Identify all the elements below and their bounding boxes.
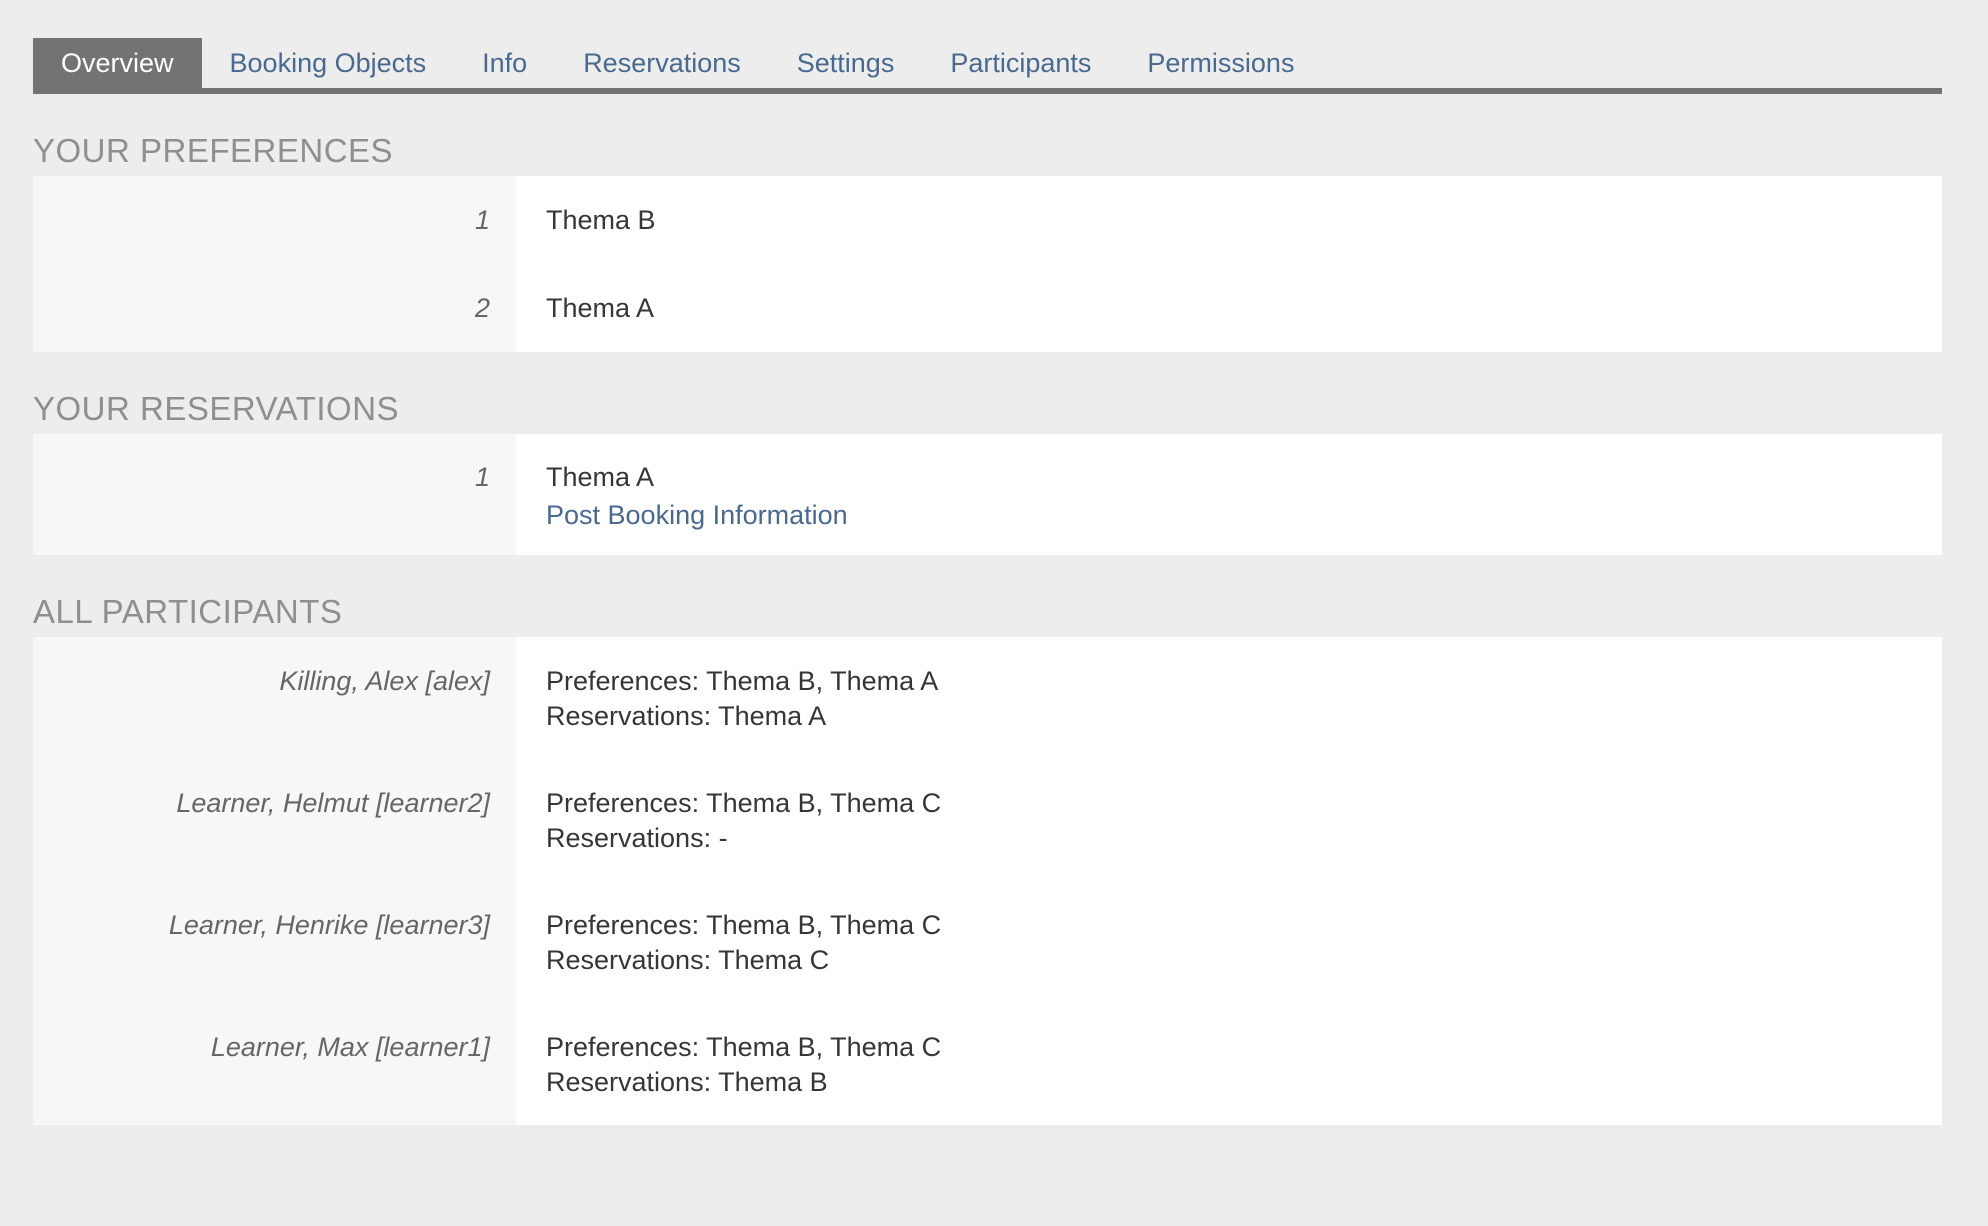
participants-section-title: ALL PARTICIPANTS bbox=[33, 592, 1988, 632]
preference-label: Thema A bbox=[516, 264, 1942, 352]
preference-label: Thema B bbox=[516, 176, 1942, 264]
tab-overview[interactable]: Overview bbox=[33, 38, 202, 88]
participant-reservations: Reservations: Thema C bbox=[546, 943, 1942, 978]
tab-settings[interactable]: Settings bbox=[769, 38, 923, 88]
participant-reservations: Reservations: Thema A bbox=[546, 699, 1942, 734]
participant-reservations: Reservations: Thema B bbox=[546, 1065, 1942, 1100]
tab-permissions[interactable]: Permissions bbox=[1119, 38, 1322, 88]
preferences-panel: 1 Thema B 2 Thema A bbox=[33, 176, 1942, 352]
reservation-rank: 1 bbox=[33, 434, 516, 555]
reservation-label: Thema A bbox=[546, 460, 1942, 495]
participant-preferences: Preferences: Thema B, Thema C bbox=[546, 908, 1942, 943]
reservations-section-title: YOUR RESERVATIONS bbox=[33, 389, 1988, 429]
tab-reservations[interactable]: Reservations bbox=[555, 38, 769, 88]
tab-participants[interactable]: Participants bbox=[922, 38, 1119, 88]
participant-preferences: Preferences: Thema B, Thema C bbox=[546, 1030, 1942, 1065]
participant-name: Learner, Helmut [learner2] bbox=[33, 759, 516, 881]
tab-info[interactable]: Info bbox=[454, 38, 555, 88]
participant-row: Learner, Helmut [learner2] Preferences: … bbox=[33, 759, 1942, 881]
participant-reservations: Reservations: - bbox=[546, 821, 1942, 856]
participant-name: Killing, Alex [alex] bbox=[33, 637, 516, 759]
participant-row: Killing, Alex [alex] Preferences: Thema … bbox=[33, 637, 1942, 759]
reservation-row: 1 Thema A Post Booking Information bbox=[33, 434, 1942, 555]
participant-preferences: Preferences: Thema B, Thema A bbox=[546, 664, 1942, 699]
preference-rank: 1 bbox=[33, 176, 516, 264]
preference-row: 1 Thema B bbox=[33, 176, 1942, 264]
reservations-panel: 1 Thema A Post Booking Information bbox=[33, 434, 1942, 555]
preference-rank: 2 bbox=[33, 264, 516, 352]
participant-name: Learner, Henrike [learner3] bbox=[33, 881, 516, 1003]
participant-name: Learner, Max [learner1] bbox=[33, 1003, 516, 1125]
preference-row: 2 Thema A bbox=[33, 264, 1942, 352]
tab-bar: Overview Booking Objects Info Reservatio… bbox=[33, 38, 1942, 94]
post-booking-information-link[interactable]: Post Booking Information bbox=[546, 498, 848, 533]
preferences-section-title: YOUR PREFERENCES bbox=[33, 131, 1988, 171]
participants-panel: Killing, Alex [alex] Preferences: Thema … bbox=[33, 637, 1942, 1125]
participant-row: Learner, Henrike [learner3] Preferences:… bbox=[33, 881, 1942, 1003]
participant-preferences: Preferences: Thema B, Thema C bbox=[546, 786, 1942, 821]
page: Overview Booking Objects Info Reservatio… bbox=[0, 38, 1988, 1226]
participant-row: Learner, Max [learner1] Preferences: The… bbox=[33, 1003, 1942, 1125]
tab-booking-objects[interactable]: Booking Objects bbox=[202, 38, 455, 88]
